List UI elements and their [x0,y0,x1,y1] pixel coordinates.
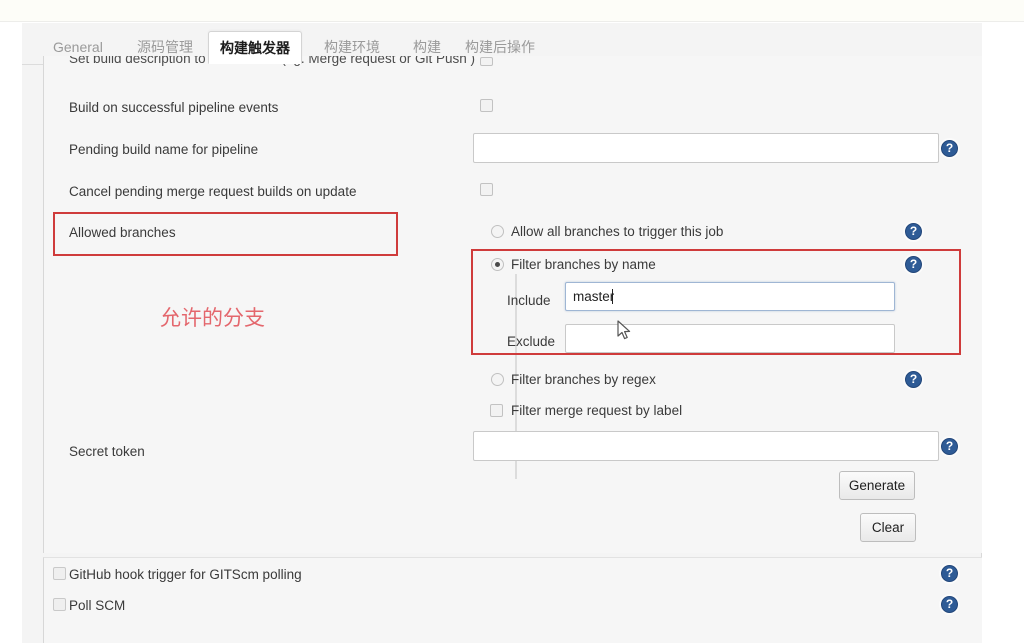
secret-token-input[interactable] [473,431,939,461]
allowed-branches-annotation: 允许的分支 [160,307,265,330]
poll-scm-label: Poll SCM [69,598,126,613]
clipped-row: Set build description to build cause (eg… [44,56,982,70]
help-icon-allow-all-branches[interactable]: ? [905,223,922,240]
allow-all-branches-label: Allow all branches to trigger this job [511,224,724,239]
top-chrome-strip [0,0,1024,22]
tab-build-triggers[interactable]: 构建触发器 [208,31,302,64]
help-icon-secret-token[interactable]: ? [941,438,958,455]
include-label: Include [507,293,551,308]
help-icon-pending-build-name[interactable]: ? [941,140,958,157]
filter-branches-by-name-radio[interactable] [491,258,504,271]
filter-branches-by-regex-label: Filter branches by regex [511,372,656,387]
pending-build-name-input[interactable] [473,133,939,163]
cancel-pending-mr-builds-checkbox[interactable] [480,183,493,196]
allowed-branches-label: Allowed branches [69,225,176,240]
cancel-pending-mr-builds-label: Cancel pending merge request builds on u… [69,184,357,199]
set-build-description-checkbox[interactable] [480,57,493,66]
filter-merge-request-by-label-checkbox[interactable] [490,404,503,417]
help-icon-filter-branches-by-regex[interactable]: ? [905,371,922,388]
filter-merge-request-by-label-label: Filter merge request by label [511,403,683,418]
poll-scm-checkbox[interactable] [53,598,66,611]
exclude-input[interactable] [565,324,895,353]
other-triggers-panel: GitHub hook trigger for GITScm polling ?… [43,557,982,643]
build-triggers-panel: Set build description to build cause (eg… [43,56,982,553]
pending-build-name-label: Pending build name for pipeline [69,142,259,157]
clear-button[interactable]: Clear [860,513,916,542]
secret-token-label: Secret token [69,444,145,459]
github-hook-trigger-checkbox[interactable] [53,567,66,580]
help-icon-filter-branches-by-name[interactable]: ? [905,256,922,273]
generate-button[interactable]: Generate [839,471,915,500]
filter-branches-by-regex-radio[interactable] [491,373,504,386]
text-caret [612,289,613,304]
github-hook-trigger-label: GitHub hook trigger for GITScm polling [69,567,302,582]
build-on-successful-pipeline-events-label: Build on successful pipeline events [69,100,279,115]
help-icon-poll-scm[interactable]: ? [941,596,958,613]
filter-branches-by-name-label: Filter branches by name [511,257,656,272]
build-on-successful-pipeline-events-checkbox[interactable] [480,99,493,112]
allow-all-branches-radio[interactable] [491,225,504,238]
app-root: General 源码管理 构建触发器 构建环境 构建 构建后操作 Set bui… [0,0,1024,643]
help-icon-github-hook-trigger[interactable]: ? [941,565,958,582]
include-input[interactable] [565,282,895,311]
exclude-label: Exclude [507,334,556,349]
